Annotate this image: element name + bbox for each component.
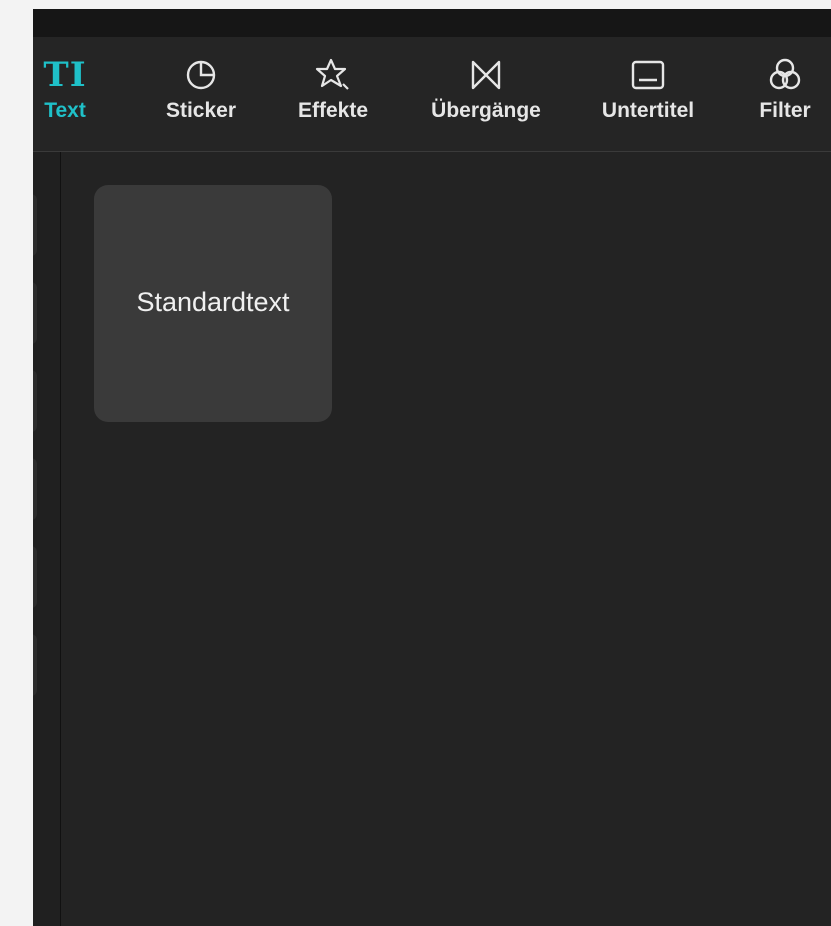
default-text-label: Standardtext	[136, 287, 290, 317]
sticker-icon	[184, 55, 218, 95]
subtitles-icon	[630, 55, 666, 95]
text-presets-area: Standardtext	[61, 152, 831, 926]
tab-effects-label: Effekte	[297, 99, 369, 122]
tab-sticker-label: Sticker	[165, 99, 237, 122]
rail-tab[interactable]	[33, 458, 37, 520]
media-toolbar: TI Text Sticker Effekte Übergänge Untert…	[33, 37, 831, 152]
rail-tab[interactable]	[33, 370, 37, 432]
tab-sticker[interactable]: Sticker	[151, 55, 251, 145]
text-ti-icon: TI	[43, 55, 87, 95]
rail-tab[interactable]	[33, 546, 37, 608]
editor-panel: TI Text Sticker Effekte Übergänge Untert…	[33, 9, 831, 926]
tab-filter-label: Filter	[759, 99, 811, 122]
tab-subtitles-label: Untertitel	[601, 99, 695, 122]
filter-icon	[768, 55, 802, 95]
effects-star-icon	[315, 55, 351, 95]
tab-transitions-label: Übergänge	[431, 99, 541, 122]
rail-tab[interactable]	[33, 194, 37, 256]
tab-subtitles[interactable]: Untertitel	[584, 55, 712, 145]
rail-tab[interactable]	[33, 282, 37, 344]
title-bar	[33, 9, 831, 37]
tab-filter[interactable]: Filter	[745, 55, 825, 145]
default-text-card[interactable]: Standardtext	[94, 185, 332, 422]
tab-transitions[interactable]: Übergänge	[413, 55, 559, 145]
rail-tab[interactable]	[33, 634, 37, 696]
transitions-bowtie-icon	[469, 55, 503, 95]
tab-text[interactable]: TI Text	[37, 55, 93, 145]
tab-effects[interactable]: Effekte	[285, 55, 381, 145]
tab-text-label: Text	[44, 99, 86, 122]
category-rail	[33, 152, 61, 926]
